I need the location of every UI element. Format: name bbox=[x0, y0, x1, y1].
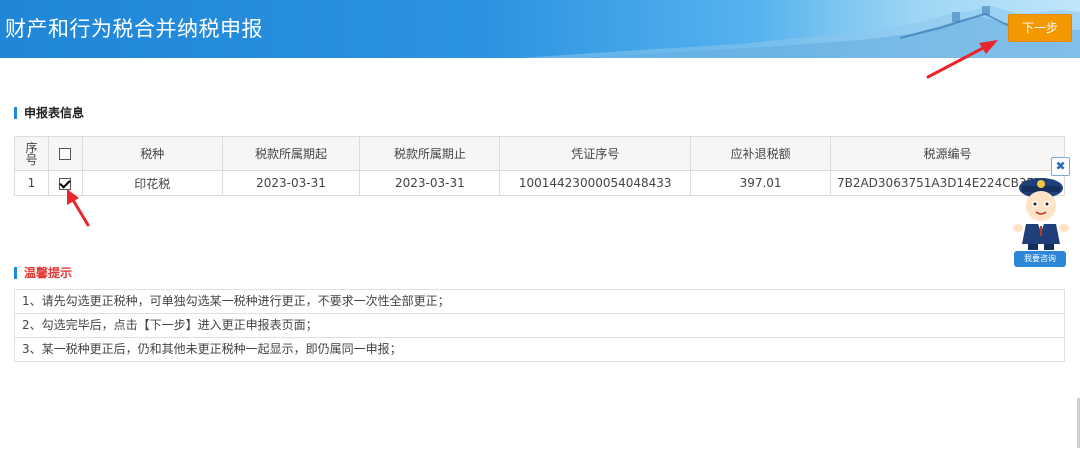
column-header-index: 序号 bbox=[14, 136, 49, 171]
table-row[interactable]: 1 印花税 2023-03-31 2023-03-31 100144230000… bbox=[14, 170, 1066, 196]
page-header: 财产和行为税合并纳税申报 下一步 bbox=[0, 0, 1080, 58]
select-all-checkbox[interactable] bbox=[59, 148, 72, 160]
annotation-arrows bbox=[67, 40, 998, 227]
page-title: 财产和行为税合并纳税申报 bbox=[5, 17, 263, 41]
row-amount: 397.01 bbox=[690, 170, 831, 196]
next-step-button[interactable]: 下一步 bbox=[1008, 14, 1072, 42]
row-period-start: 2023-03-31 bbox=[221, 170, 361, 196]
row-index: 1 bbox=[14, 170, 49, 196]
tip-item: 2、勾选完毕后，点击【下一步】进入更正申报表页面； bbox=[14, 314, 1065, 338]
declaration-info-heading: 申报表信息 bbox=[14, 107, 84, 119]
row-checkbox[interactable] bbox=[59, 177, 72, 190]
consult-button[interactable]: 我要咨询 bbox=[1014, 251, 1066, 267]
great-wall-banner-image bbox=[520, 6, 1080, 58]
column-header-amount: 应补退税额 bbox=[690, 136, 831, 171]
tip-item: 3、某一税种更正后，仍和其他未更正税种一起显示，即仍属同一申报； bbox=[14, 338, 1065, 362]
row-period-end: 2023-03-31 bbox=[359, 170, 501, 196]
column-header-voucher-no: 凭证序号 bbox=[499, 136, 692, 171]
column-header-select-all[interactable] bbox=[47, 136, 83, 171]
declaration-table: 序号 税种 税款所属期起 税款所属期止 凭证序号 应补退税额 税源编号 1 印花… bbox=[14, 136, 1066, 196]
column-header-tax-type: 税种 bbox=[81, 136, 223, 171]
column-header-source-no: 税源编号 bbox=[829, 136, 1066, 171]
tip-item: 1、请先勾选更正税种，可单独勾选某一税种进行更正，不要求一次性全部更正； bbox=[14, 289, 1065, 314]
row-select-cell[interactable] bbox=[47, 170, 83, 196]
table-header-row: 序号 税种 税款所属期起 税款所属期止 凭证序号 应补退税额 税源编号 bbox=[14, 136, 1066, 171]
row-voucher-no: 10014423000054048433 bbox=[499, 170, 692, 196]
tax-officer-mascot-image[interactable] bbox=[1010, 170, 1072, 254]
tips-list: 1、请先勾选更正税种，可单独勾选某一税种进行更正，不要求一次性全部更正； 2、勾… bbox=[14, 289, 1065, 362]
row-tax-type: 印花税 bbox=[81, 170, 223, 196]
column-header-period-end: 税款所属期止 bbox=[359, 136, 501, 171]
tips-heading: 温馨提示 bbox=[14, 267, 72, 279]
column-header-period-start: 税款所属期起 bbox=[221, 136, 361, 171]
